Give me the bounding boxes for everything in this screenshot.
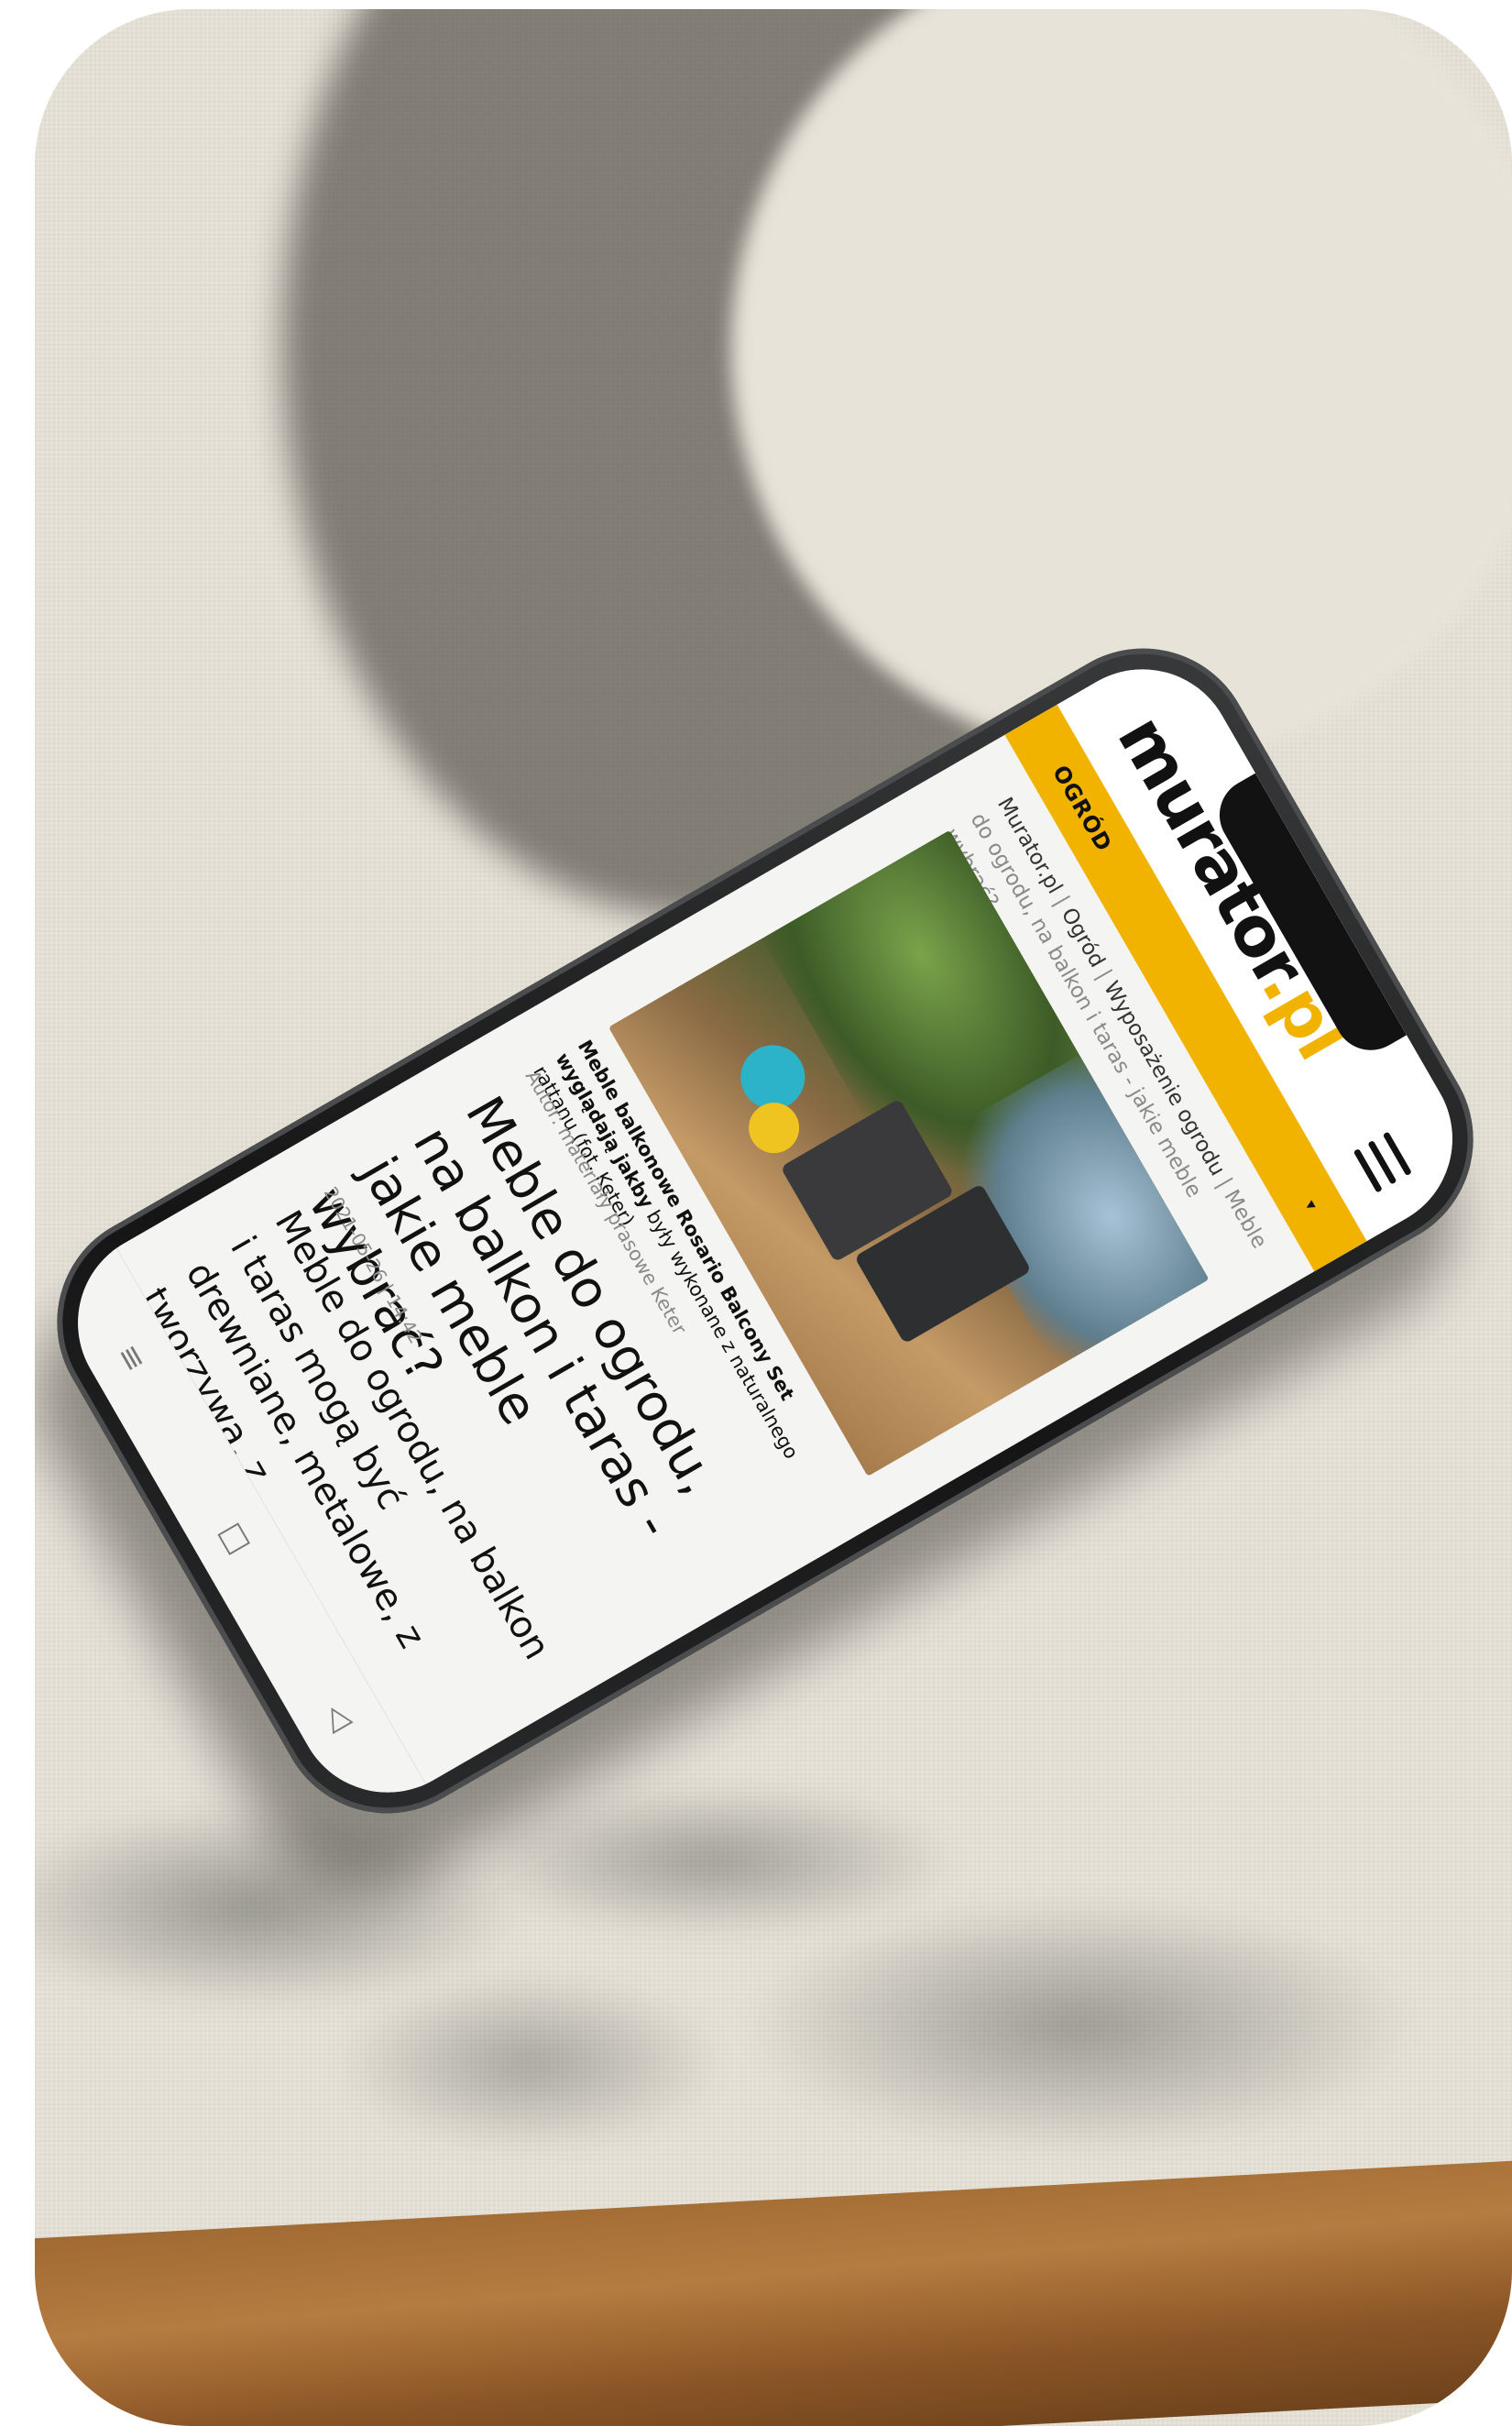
home-icon[interactable]: □ xyxy=(213,1516,259,1560)
image-pot xyxy=(740,1093,809,1163)
back-icon[interactable]: ◁ xyxy=(317,1697,361,1737)
photo-background: murator.pl OGRÓD ▾ Murator.pl | Ogród | … xyxy=(35,9,1512,2426)
recent-apps-icon[interactable]: ≡ xyxy=(109,1337,154,1378)
hamburger-menu-icon[interactable] xyxy=(1353,1131,1412,1193)
